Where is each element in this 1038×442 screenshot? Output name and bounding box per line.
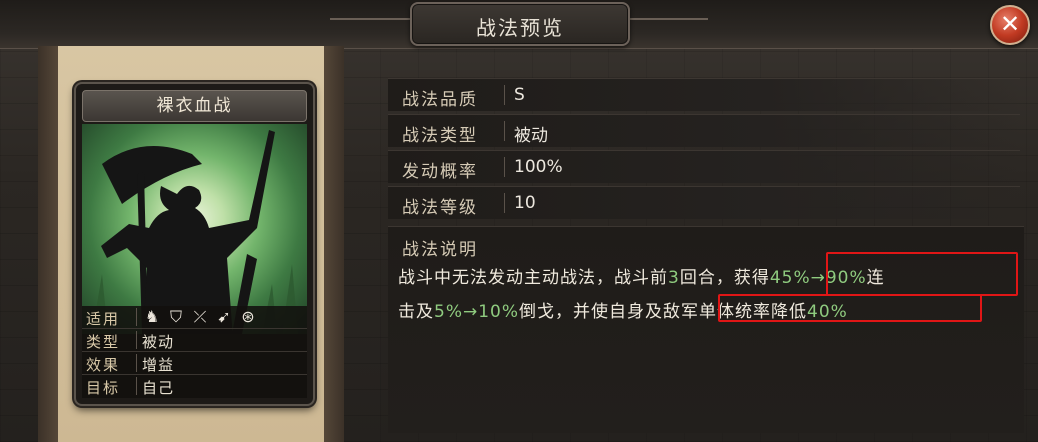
- stat-row-effect: 效果 增益: [82, 352, 307, 375]
- bow-icon: ⤫: [193, 307, 207, 326]
- stat-label: 适用: [86, 310, 121, 328]
- page-title: 战法预览: [476, 16, 564, 40]
- warrior-silhouette-image: [92, 130, 298, 334]
- spear-icon: ➹: [217, 307, 231, 326]
- stat-label: 目标: [86, 379, 121, 397]
- info-row-probability: 发动概率 100%: [388, 150, 1020, 183]
- highlight-box-1: [826, 252, 1018, 296]
- title-ornament-left: [330, 18, 410, 20]
- info-value: 10: [514, 193, 536, 213]
- stat-row-applicable: 适用 ♞ ⛉ ⤫ ➹ ⊛: [82, 306, 307, 329]
- divider: [136, 331, 137, 349]
- info-label: 战法等级: [402, 198, 478, 218]
- description-text: 回合，获得: [679, 268, 770, 288]
- divider: [504, 121, 505, 141]
- info-label: 发动概率: [402, 162, 478, 182]
- description-text: 战斗中无法发动主动战法，战斗前: [398, 268, 668, 288]
- info-value: 被动: [514, 126, 548, 146]
- stat-value: 自己: [142, 379, 175, 397]
- description-text: 倒戈，并使自身及: [519, 302, 663, 322]
- cavalry-icon: ♞: [144, 307, 160, 326]
- description-line-1: 战斗中无法发动主动战法，战斗前3回合，获得45%→90%连: [398, 263, 885, 288]
- stat-label: 效果: [86, 356, 121, 374]
- info-row-level: 战法等级 10: [388, 186, 1020, 219]
- description-number: 3: [668, 268, 680, 288]
- highlight-box-2: [718, 294, 982, 322]
- title-ornament-right: [628, 18, 708, 20]
- wheel-icon: ⊛: [241, 307, 255, 326]
- stat-value: 被动: [142, 333, 175, 351]
- close-icon: ✕: [999, 10, 1021, 38]
- description-number: 5%→10%: [434, 302, 519, 322]
- info-label: 战法类型: [402, 126, 478, 146]
- shield-icon: ⛉: [169, 307, 182, 326]
- divider: [504, 193, 505, 213]
- skill-card-art: [82, 124, 307, 334]
- info-value: 100%: [514, 157, 563, 177]
- info-value: S: [514, 85, 525, 105]
- description-text: 击及: [398, 302, 434, 322]
- divider: [504, 157, 505, 177]
- divider: [136, 308, 137, 326]
- divider: [136, 354, 137, 372]
- info-row-type: 战法类型 被动: [388, 114, 1020, 147]
- skill-card-stats: 适用 ♞ ⛉ ⤫ ➹ ⊛ 类型 被动 效果 增益 目标 自己: [82, 306, 307, 398]
- info-label: 战法品质: [402, 90, 478, 110]
- divider: [504, 85, 505, 105]
- header-bar: 战法预览 ✕: [0, 0, 1038, 49]
- title-plate: 战法预览: [410, 2, 630, 46]
- close-button[interactable]: ✕: [990, 5, 1030, 45]
- divider: [136, 377, 137, 395]
- stat-row-type: 类型 被动: [82, 329, 307, 352]
- skill-card: 裸衣血战 适用 ♞ ⛉ ⤫ ➹ ⊛ 类型 被动 效果 增益 目标 自己: [74, 82, 315, 406]
- skill-card-title: 裸衣血战: [82, 90, 307, 122]
- info-row-quality: 战法品质 S: [388, 78, 1020, 111]
- stat-value: 增益: [142, 356, 175, 374]
- stat-row-target: 目标 自己: [82, 375, 307, 397]
- stat-label: 类型: [86, 333, 121, 351]
- description-title: 战法说明: [402, 240, 478, 260]
